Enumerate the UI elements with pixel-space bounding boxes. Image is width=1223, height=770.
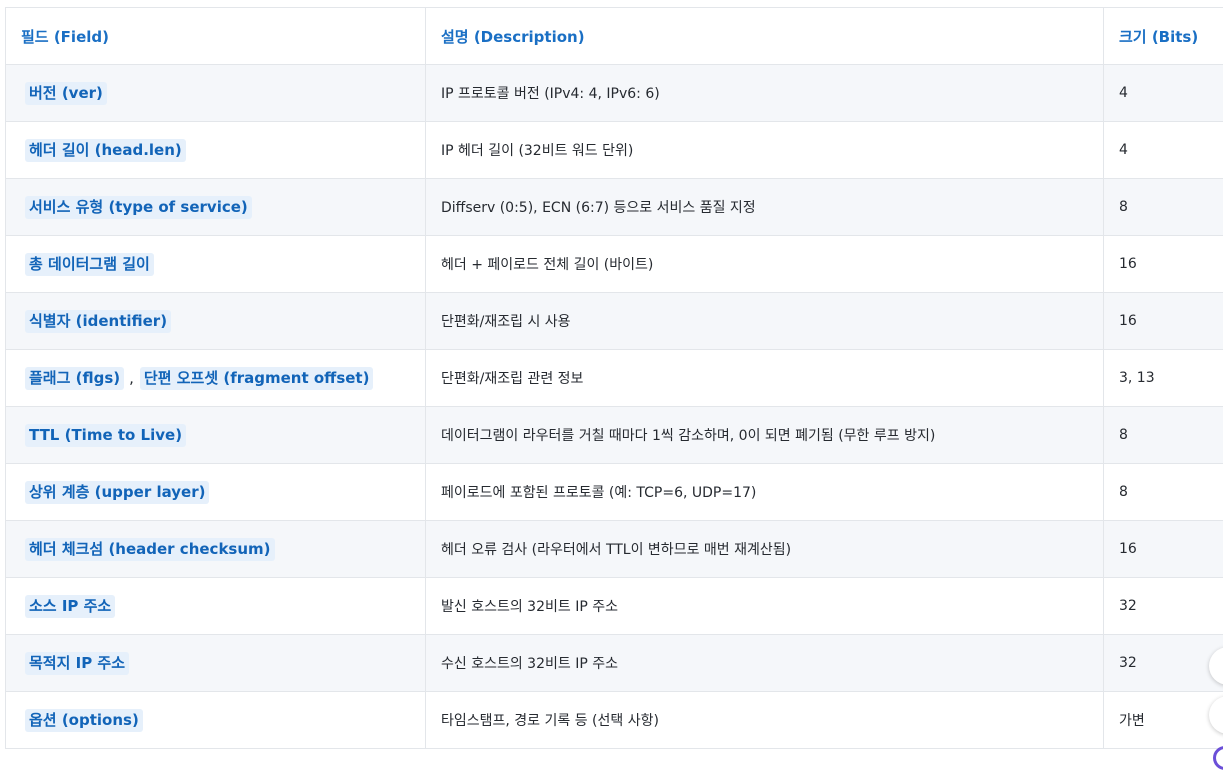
field-cell: 목적지 IP 주소: [6, 635, 426, 692]
description-cell: IP 프로토콜 버전 (IPv4: 4, IPv6: 6): [426, 65, 1104, 122]
table-row: TTL (Time to Live) 데이터그램이 라우터를 거칠 때마다 1씩…: [6, 407, 1223, 464]
field-cell: 플래그 (flgs), 단편 오프셋 (fragment offset): [6, 350, 426, 407]
description-cell: 페이로드에 포함된 프로토콜 (예: TCP=6, UDP=17): [426, 464, 1104, 521]
ip-header-fields-table-container: 필드 (Field) 설명 (Description) 크기 (Bits) 버전…: [5, 7, 1223, 749]
field-name-code: 옵션 (options): [25, 709, 143, 732]
description-cell: 발신 호스트의 32비트 IP 주소: [426, 578, 1104, 635]
description-cell: 단편화/재조립 시 사용: [426, 293, 1104, 350]
column-header-size: 크기 (Bits): [1104, 8, 1223, 65]
table-row: 서비스 유형 (type of service) Diffserv (0:5),…: [6, 179, 1223, 236]
field-cell: 서비스 유형 (type of service): [6, 179, 426, 236]
field-name-code: 헤더 체크섬 (header checksum): [25, 538, 275, 561]
table-row: 헤더 길이 (head.len) IP 헤더 길이 (32비트 워드 단위) 4: [6, 122, 1223, 179]
column-header-description: 설명 (Description): [426, 8, 1104, 65]
table-header-row: 필드 (Field) 설명 (Description) 크기 (Bits): [6, 8, 1223, 65]
description-cell: 헤더 오류 검사 (라우터에서 TTL이 변하므로 매번 재계산됨): [426, 521, 1104, 578]
size-cell: 16: [1104, 236, 1223, 293]
field-name-code: 소스 IP 주소: [25, 595, 115, 618]
field-cell: 상위 계층 (upper layer): [6, 464, 426, 521]
field-cell: 식별자 (identifier): [6, 293, 426, 350]
field-name-code: 플래그 (flgs): [25, 367, 124, 390]
size-cell: 8: [1104, 464, 1223, 521]
field-cell: 버전 (ver): [6, 65, 426, 122]
size-cell: 4: [1104, 65, 1223, 122]
size-cell: 4: [1104, 122, 1223, 179]
size-cell: 3, 13: [1104, 350, 1223, 407]
assistant-launcher-button[interactable]: [1213, 746, 1223, 770]
table-row: 옵션 (options) 타임스탬프, 경로 기록 등 (선택 사항) 가변: [6, 692, 1223, 749]
table-row: 소스 IP 주소 발신 호스트의 32비트 IP 주소 32: [6, 578, 1223, 635]
column-header-field: 필드 (Field): [6, 8, 426, 65]
size-cell: 8: [1104, 179, 1223, 236]
table-row: 식별자 (identifier) 단편화/재조립 시 사용 16: [6, 293, 1223, 350]
table-row: 플래그 (flgs), 단편 오프셋 (fragment offset) 단편화/…: [6, 350, 1223, 407]
table-row: 헤더 체크섬 (header checksum) 헤더 오류 검사 (라우터에서…: [6, 521, 1223, 578]
field-name-code: 목적지 IP 주소: [25, 652, 129, 675]
field-name-code: 총 데이터그램 길이: [25, 253, 154, 276]
field-cell: 총 데이터그램 길이: [6, 236, 426, 293]
field-cell: 옵션 (options): [6, 692, 426, 749]
field-name-code: TTL (Time to Live): [25, 424, 186, 447]
description-cell: 데이터그램이 라우터를 거칠 때마다 1씩 감소하며, 0이 되면 폐기됨 (무…: [426, 407, 1104, 464]
field-name-code: 버전 (ver): [25, 82, 107, 105]
ip-header-fields-table: 필드 (Field) 설명 (Description) 크기 (Bits) 버전…: [5, 7, 1223, 749]
description-cell: 헤더 + 페이로드 전체 길이 (바이트): [426, 236, 1104, 293]
table-row: 버전 (ver) IP 프로토콜 버전 (IPv4: 4, IPv6: 6) 4: [6, 65, 1223, 122]
field-name-code: 상위 계층 (upper layer): [25, 481, 209, 504]
field-cell: TTL (Time to Live): [6, 407, 426, 464]
description-cell: 수신 호스트의 32비트 IP 주소: [426, 635, 1104, 692]
field-cell: 헤더 체크섬 (header checksum): [6, 521, 426, 578]
field-separator: ,: [129, 369, 134, 387]
field-cell: 헤더 길이 (head.len): [6, 122, 426, 179]
table-row: 상위 계층 (upper layer) 페이로드에 포함된 프로토콜 (예: T…: [6, 464, 1223, 521]
description-cell: 타임스탬프, 경로 기록 등 (선택 사항): [426, 692, 1104, 749]
description-cell: IP 헤더 길이 (32비트 워드 단위): [426, 122, 1104, 179]
description-cell: 단편화/재조립 관련 정보: [426, 350, 1104, 407]
field-name-code: 헤더 길이 (head.len): [25, 139, 186, 162]
table-row: 총 데이터그램 길이 헤더 + 페이로드 전체 길이 (바이트) 16: [6, 236, 1223, 293]
field-name-code-secondary: 단편 오프셋 (fragment offset): [140, 367, 374, 390]
field-name-code: 서비스 유형 (type of service): [25, 196, 252, 219]
size-cell: 32: [1104, 578, 1223, 635]
description-cell: Diffserv (0:5), ECN (6:7) 등으로 서비스 품질 지정: [426, 179, 1104, 236]
size-cell: 32: [1104, 635, 1223, 692]
table-row: 목적지 IP 주소 수신 호스트의 32비트 IP 주소 32: [6, 635, 1223, 692]
size-cell: 가변: [1104, 692, 1223, 749]
size-cell: 16: [1104, 293, 1223, 350]
field-name-code: 식별자 (identifier): [25, 310, 171, 333]
size-cell: 16: [1104, 521, 1223, 578]
field-cell: 소스 IP 주소: [6, 578, 426, 635]
size-cell: 8: [1104, 407, 1223, 464]
